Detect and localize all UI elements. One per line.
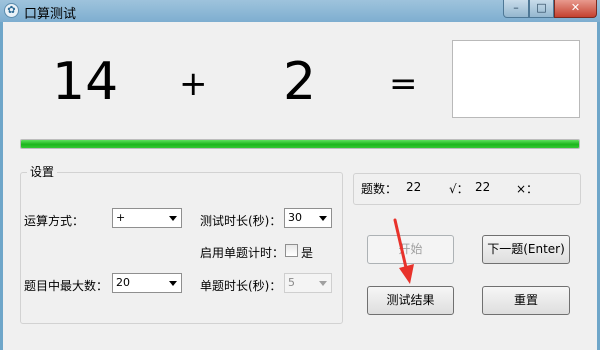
per-question-timer-checkbox[interactable] xyxy=(285,244,298,257)
progress-bar xyxy=(20,139,580,149)
duration-select[interactable]: 30 xyxy=(284,208,332,228)
operand-2: 2 xyxy=(283,52,317,112)
operation-select-value: + xyxy=(116,211,126,224)
chevron-down-icon xyxy=(319,216,327,221)
correct-count-value: 22 xyxy=(475,180,491,194)
operand-1: 14 xyxy=(52,52,119,112)
close-button[interactable]: ✕ xyxy=(554,0,597,18)
answer-input[interactable] xyxy=(452,40,580,118)
annotation-arrow-icon xyxy=(393,218,414,284)
annotation-arrow-head xyxy=(399,264,414,284)
operation-select[interactable]: + xyxy=(112,208,182,228)
per-question-duration-select[interactable]: 5 xyxy=(284,273,332,293)
reset-button[interactable]: 重置 xyxy=(482,286,570,315)
annotation-arrow-shaft xyxy=(393,218,409,274)
max-number-label: 题目中最大数： xyxy=(24,279,109,293)
wrong-count-label: ×： xyxy=(516,182,539,196)
minimize-button[interactable]: – xyxy=(503,0,529,18)
chevron-down-icon xyxy=(169,216,177,221)
duration-label: 测试时长(秒)： xyxy=(200,214,282,228)
operator: + xyxy=(179,64,208,104)
test-results-button[interactable]: 测试结果 xyxy=(367,286,454,315)
chevron-down-icon xyxy=(319,281,327,286)
maximize-button[interactable]: □ xyxy=(529,0,554,18)
next-question-button[interactable]: 下一题(Enter) xyxy=(482,235,570,264)
title-bar: ✿ 口算测试 – □ ✕ xyxy=(0,0,600,22)
app-icon: ✿ xyxy=(4,3,19,18)
settings-group-title: 设置 xyxy=(27,163,58,180)
correct-count-label: √： xyxy=(449,182,469,196)
operation-label: 运算方式： xyxy=(24,214,85,228)
per-question-timer-label: 启用单题计时： xyxy=(200,246,285,260)
question-count-label: 题数： xyxy=(361,182,398,196)
progress-fill xyxy=(21,140,579,148)
question-count-value: 22 xyxy=(406,180,422,194)
window-client: 14 + 2 = 设置 运算方式： + 题目中最大数： 20 测试时长(秒)： … xyxy=(3,22,597,350)
window-title: 口算测试 xyxy=(24,7,77,22)
duration-select-value: 30 xyxy=(288,211,302,224)
equals-sign: = xyxy=(389,64,418,104)
chevron-down-icon xyxy=(169,281,177,286)
max-number-select[interactable]: 20 xyxy=(112,273,182,293)
per-question-timer-option: 是 xyxy=(301,246,314,260)
max-number-select-value: 20 xyxy=(116,276,130,289)
per-question-duration-label: 单题时长(秒)： xyxy=(200,279,282,293)
per-question-duration-select-value: 5 xyxy=(288,276,295,289)
